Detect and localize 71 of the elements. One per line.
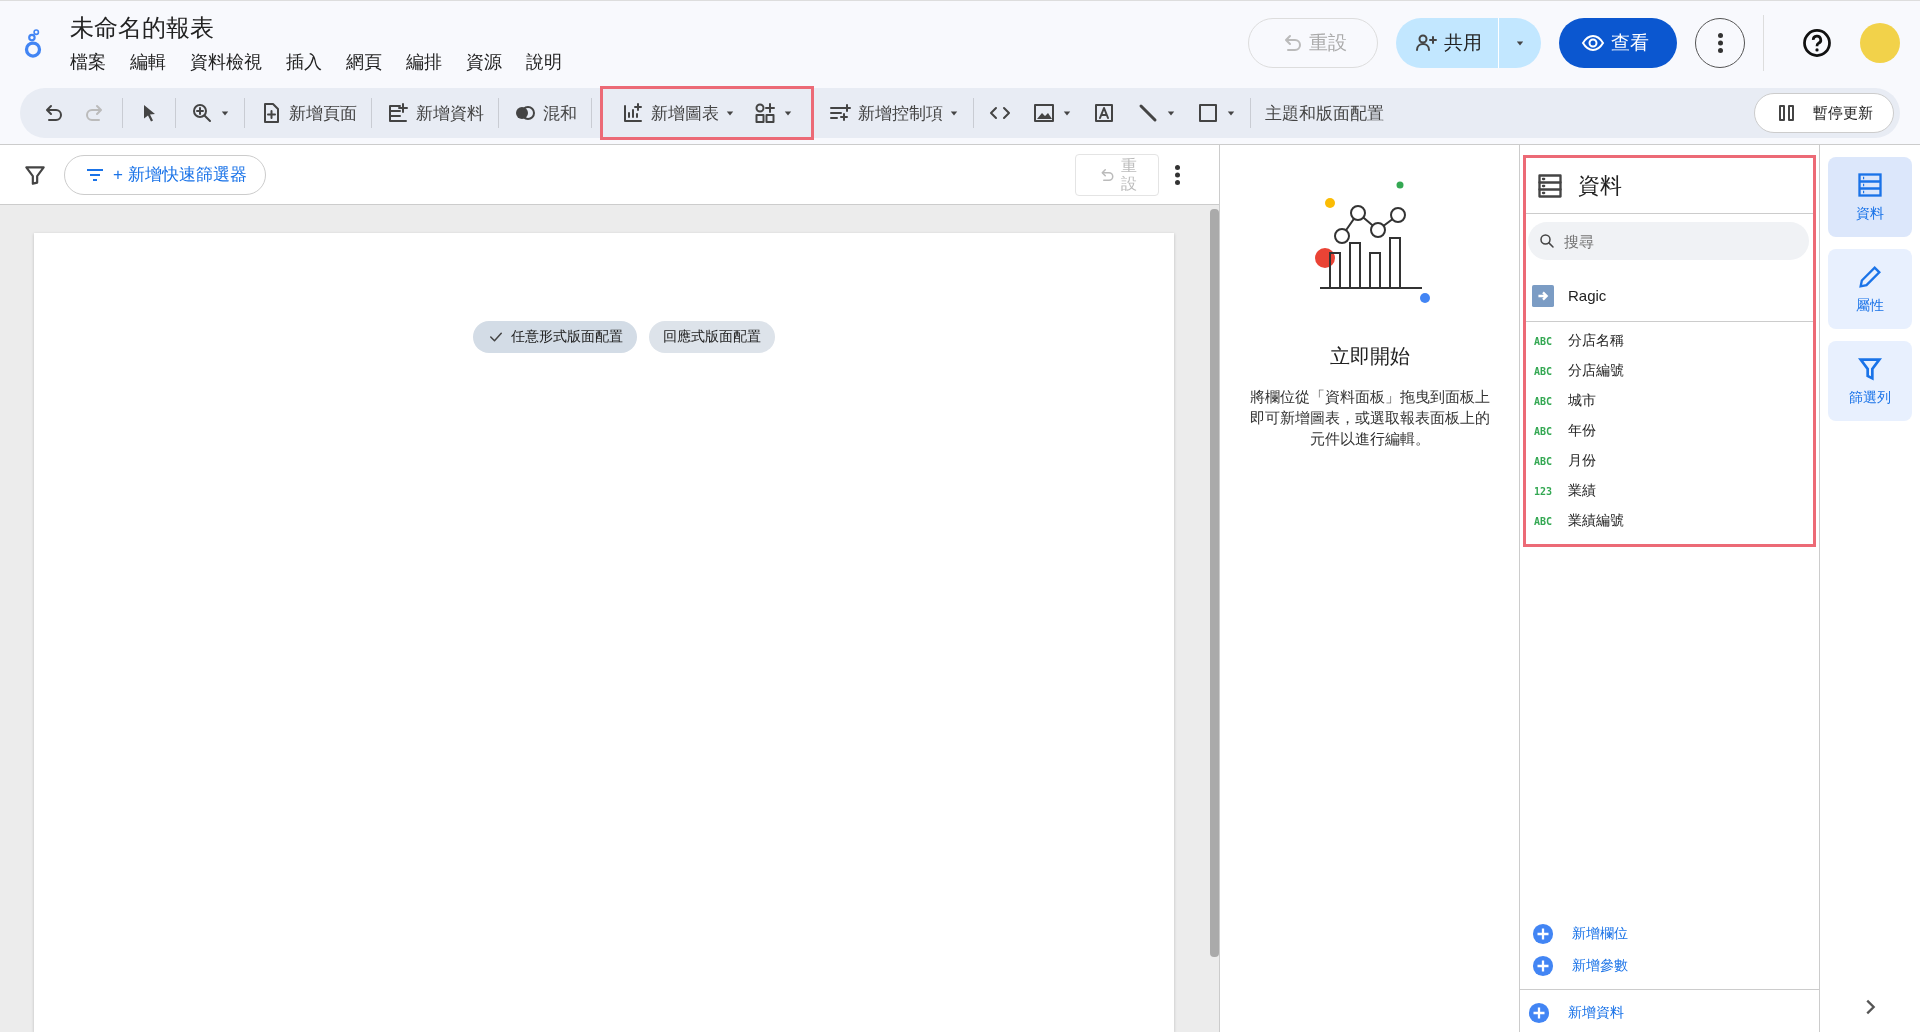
side-tab[interactable]: 篩選列 (1828, 341, 1912, 421)
menu-item[interactable]: 資源 (466, 49, 502, 74)
view-button[interactable]: 查看 (1559, 17, 1677, 68)
text-box-icon (1092, 101, 1116, 125)
scrollbar[interactable] (1210, 209, 1219, 957)
add-data-icon (386, 101, 410, 125)
caret-icon (1166, 109, 1176, 117)
add-page-button[interactable]: 新增頁面 (253, 92, 363, 134)
side-tab[interactable]: 屬性 (1828, 249, 1912, 329)
search-icon (1538, 232, 1556, 250)
theme-layout-button[interactable]: 主題和版面配置 (1259, 92, 1390, 134)
field-item[interactable]: 業績編號 (1568, 512, 1624, 530)
add-link[interactable]: 新增欄位 (1532, 921, 1807, 947)
caret-icon (1062, 109, 1072, 117)
side-tab[interactable]: 資料 (1828, 157, 1912, 237)
panel-title: 資料 (1578, 171, 1622, 200)
pause-updates-button[interactable]: 暫停更新 (1754, 93, 1894, 133)
chart-button[interactable]: 新增圖表 (615, 92, 741, 134)
search-field[interactable]: 搜尋 (1528, 222, 1809, 260)
shapes-icon (753, 101, 777, 125)
field-type-label: ABC (1534, 425, 1554, 437)
field-type-label: 123 (1534, 485, 1554, 497)
caret-icon (1226, 109, 1236, 117)
menu-item[interactable]: 檔案 (70, 49, 106, 74)
field-type-label: ABC (1534, 455, 1554, 467)
pencil-icon (1856, 263, 1884, 291)
add-link[interactable]: 新增參數 (1532, 953, 1807, 979)
field-item[interactable]: 月份 (1568, 452, 1596, 470)
menu-item[interactable]: 插入 (286, 49, 322, 74)
caret-icon (1515, 38, 1525, 47)
more-icon (1717, 32, 1723, 53)
menu-item[interactable]: 資料檢視 (190, 49, 262, 74)
intro-text: 將欄位從「資料面板」拖曳到面板上即可新增圖表，或選取報表面板上的元件以進行編輯。 (1248, 387, 1491, 449)
circles-button[interactable]: 混和 (507, 92, 583, 134)
chart-icon (621, 101, 645, 125)
caret-icon (220, 109, 230, 117)
add-data-button[interactable]: 新增資料 (380, 92, 490, 134)
report-title[interactable]: 未命名的報表 (70, 11, 562, 44)
caret-icon (725, 109, 735, 117)
field-type-label: ABC (1534, 515, 1554, 527)
add-data-link[interactable]: 新增資料 (1528, 1000, 1624, 1026)
data-source-item[interactable]: Ragic (1526, 270, 1813, 322)
intro-title: 立即開始 (1329, 344, 1410, 369)
menu-item[interactable]: 編排 (406, 49, 442, 74)
image-icon (1032, 101, 1056, 125)
layout-chip[interactable]: 任意形式版面配置 (473, 321, 637, 353)
menu-item[interactable]: 編輯 (130, 49, 166, 74)
filter-icon (1856, 355, 1884, 383)
add-icon (1532, 923, 1554, 945)
square-icon (1196, 101, 1220, 125)
add-icon (1528, 1002, 1550, 1024)
field-item[interactable]: 城市 (1568, 392, 1596, 410)
field-item[interactable]: 分店編號 (1568, 362, 1624, 380)
field-item[interactable]: 分店名稱 (1568, 332, 1624, 350)
menu-item[interactable]: 說明 (526, 49, 562, 74)
field-type-label: ABC (1534, 335, 1554, 347)
caret-icon (949, 109, 959, 117)
layout-chip[interactable]: 回應式版面配置 (649, 321, 775, 353)
field-item[interactable]: 年份 (1568, 422, 1596, 440)
field-type-label: ABC (1534, 365, 1554, 377)
menu-item[interactable]: 網頁 (346, 49, 382, 74)
add-icon (1532, 955, 1554, 977)
table-icon (1856, 171, 1884, 199)
sliders-button[interactable]: 新增控制項 (822, 92, 965, 134)
field-item[interactable]: 業績 (1568, 482, 1596, 500)
caret-icon (783, 109, 793, 117)
table-icon (1536, 171, 1564, 200)
help-icon (1802, 27, 1832, 58)
more-icon (1175, 164, 1180, 185)
zoom-in-icon (190, 101, 214, 125)
field-type-label: ABC (1534, 395, 1554, 407)
